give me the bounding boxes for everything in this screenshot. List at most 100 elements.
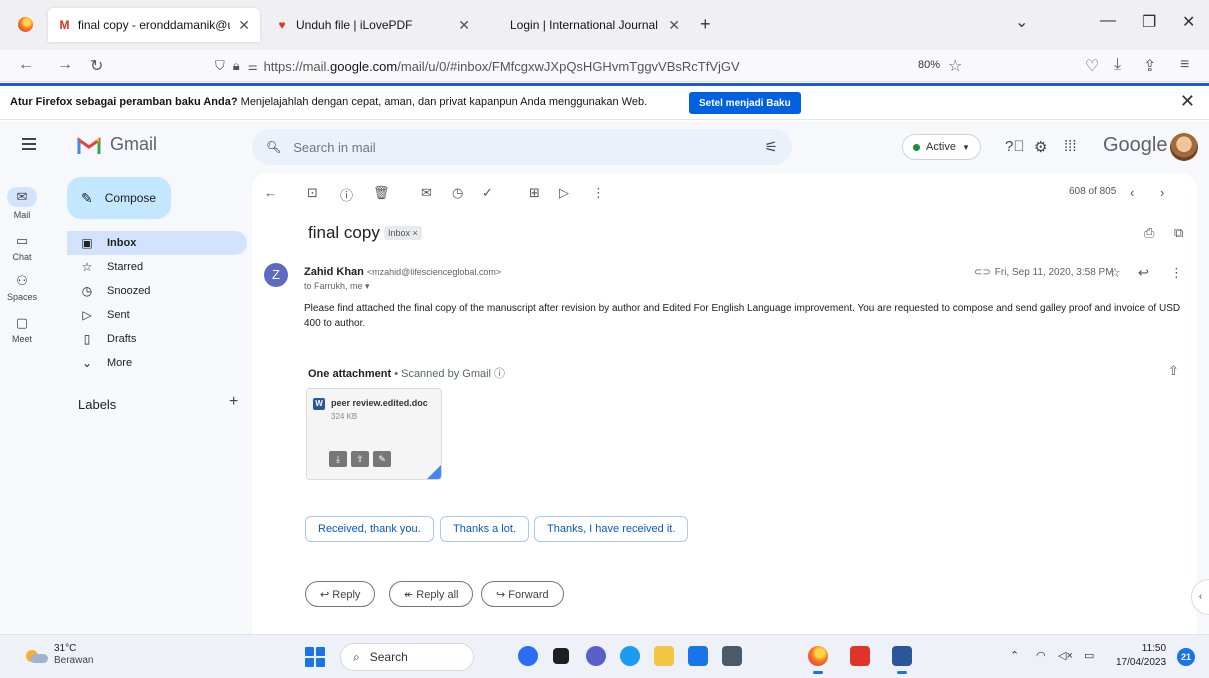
print-icon[interactable]: ⎙ <box>1144 225 1154 241</box>
snooze-icon[interactable]: ◷ <box>452 185 463 201</box>
show-hidden-icons[interactable]: ⌃ <box>1010 649 1019 662</box>
nav-more[interactable]: ⌄ More <box>67 351 247 375</box>
shield-icon[interactable]: ⛉ <box>215 58 225 74</box>
recipients-dropdown[interactable]: to Farrukh, me ▾ <box>304 281 370 292</box>
rail-meet[interactable]: ▢ Meet <box>0 315 44 344</box>
more-options-icon[interactable]: ⋮ <box>592 185 605 201</box>
bing-icon[interactable] <box>518 646 538 666</box>
main-menu-icon[interactable] <box>22 138 36 150</box>
add-to-drive-icon[interactable]: ⇧ <box>1168 363 1179 379</box>
extensions-icon[interactable]: ⇪ <box>1143 56 1156 76</box>
smart-reply-received[interactable]: Received, thank you. <box>305 516 434 542</box>
tab-gmail[interactable]: M final copy - eronddamanik@uni ✕ <box>48 8 260 42</box>
google-account-logo[interactable]: Google <box>1103 134 1168 157</box>
lock-icon[interactable]: 🔒︎ <box>233 58 240 74</box>
open-new-window-icon[interactable]: ⧉ <box>1174 225 1183 241</box>
reload-icon[interactable]: ↻ <box>90 56 103 76</box>
nav-inbox[interactable]: ▣ Inbox <box>67 231 247 255</box>
edit-pencil-icon[interactable]: ✎ <box>373 451 391 467</box>
save-to-drive-icon[interactable]: ⇧ <box>351 451 369 467</box>
mark-unread-icon[interactable]: ✉ <box>421 185 432 201</box>
firefox-taskbar-icon[interactable] <box>808 646 828 674</box>
task-view-icon[interactable] <box>553 648 569 664</box>
sender-avatar[interactable]: Z <box>264 263 288 287</box>
camera-icon[interactable] <box>722 646 742 666</box>
close-tab-icon[interactable]: ✕ <box>450 17 470 34</box>
mail-app-icon[interactable] <box>688 646 708 666</box>
archive-icon[interactable]: ⊡ <box>307 185 318 201</box>
rail-spaces[interactable]: ⚇ Spaces <box>0 273 44 302</box>
restore-icon[interactable]: ❐ <box>1142 12 1156 32</box>
search-input[interactable] <box>293 139 765 155</box>
move-to-icon[interactable]: ⊞ <box>529 185 540 201</box>
clock[interactable]: 11:50 17/04/2023 <box>1116 642 1166 670</box>
notification-count-badge[interactable]: 21 <box>1177 648 1195 666</box>
download-icon[interactable]: ⤓ <box>329 451 347 467</box>
close-tab-icon[interactable]: ✕ <box>660 17 680 34</box>
inbox-label-chip[interactable]: Inbox × <box>384 226 422 240</box>
add-task-icon[interactable]: ✓ <box>482 185 493 201</box>
edge-icon[interactable] <box>620 646 640 666</box>
permissions-icon[interactable]: ⚌ <box>248 60 258 73</box>
weather-widget[interactable]: 31°C Berawan <box>24 643 93 667</box>
nav-sent[interactable]: ▷ Sent <box>67 303 247 327</box>
report-spam-icon[interactable]: ⓘ <box>340 185 353 204</box>
message-more-icon[interactable]: ⋮ <box>1170 265 1183 281</box>
rail-mail[interactable]: ✉ Mail <box>0 187 44 220</box>
search-bar[interactable]: 🔍︎ ⚟ <box>252 129 792 165</box>
file-explorer-icon[interactable] <box>654 646 674 666</box>
chat-app-icon[interactable] <box>586 646 606 666</box>
new-tab-icon[interactable]: + <box>700 14 711 35</box>
search-icon[interactable]: 🔍︎ <box>266 140 281 154</box>
menu-icon[interactable]: ≡ <box>1180 56 1189 74</box>
pocket-icon[interactable]: ♡ <box>1085 56 1099 76</box>
nav-starred[interactable]: ☆ Starred <box>67 255 247 279</box>
url-bar[interactable]: ⛉ 🔒︎ ⚌ https://mail. google.com/mail/u/0/… <box>215 53 995 79</box>
close-window-icon[interactable]: ✕ <box>1182 12 1195 32</box>
status-dropdown[interactable]: Active ▼ <box>902 134 981 160</box>
tab-ilovepdf[interactable]: ♥ Unduh file | iLovePDF ✕ <box>265 8 480 42</box>
windows-start-icon[interactable] <box>305 647 325 667</box>
close-tab-icon[interactable]: ✕ <box>230 17 250 34</box>
settings-gear-icon[interactable]: ⚙ <box>1034 138 1047 156</box>
zoom-indicator[interactable]: 80% <box>918 59 940 71</box>
add-label-icon[interactable]: + <box>229 393 238 411</box>
compose-button[interactable]: ✎ Compose <box>67 177 171 219</box>
star-message-icon[interactable]: ☆ <box>1109 265 1121 281</box>
rail-chat[interactable]: ▭ Chat <box>0 233 44 262</box>
set-default-button[interactable]: Setel menjadi Baku <box>689 92 801 114</box>
gmail-logo[interactable]: Gmail <box>77 134 157 155</box>
nav-drafts[interactable]: ▯ Drafts <box>67 327 247 351</box>
forward-arrow-icon[interactable]: → <box>57 56 73 74</box>
reply-button[interactable]: ↩ Reply <box>305 581 376 607</box>
nav-snoozed[interactable]: ◷ Snoozed <box>67 279 247 303</box>
help-icon[interactable]: ?⃝ <box>1005 138 1025 155</box>
tab-list-icon[interactable]: ⌄ <box>1015 12 1028 32</box>
firefox-logo-icon[interactable] <box>18 17 33 32</box>
tab-ijournal[interactable]: Login | International Journal of ✕ <box>500 8 690 42</box>
close-notification-icon[interactable]: ✕ <box>1180 91 1195 112</box>
delete-icon[interactable]: 🗑︎ <box>373 185 390 201</box>
reply-all-button[interactable]: ↞ Reply all <box>389 581 474 607</box>
volume-muted-icon[interactable]: ◁× <box>1058 649 1073 662</box>
wifi-icon[interactable]: ◠ <box>1036 649 1046 662</box>
pdf-app-icon[interactable] <box>850 646 870 666</box>
battery-icon[interactable]: ▭ <box>1084 649 1094 662</box>
minimize-icon[interactable]: — <box>1100 12 1116 30</box>
downloads-icon[interactable]: ⤓ <box>1114 56 1121 74</box>
taskbar-search[interactable]: ⌕ Search <box>340 643 474 671</box>
search-options-icon[interactable]: ⚟ <box>765 138 778 156</box>
bookmark-star-icon[interactable]: ☆ <box>948 56 962 76</box>
back-arrow-icon[interactable]: ← <box>18 56 34 74</box>
attachment-card[interactable]: W peer review.edited.doc 324 KB ⤓ ⇧ ✎ <box>306 388 442 480</box>
sender-name[interactable]: Zahid Khan <box>304 266 364 278</box>
newer-chevron-icon[interactable]: ‹ <box>1130 185 1134 200</box>
apps-grid-icon[interactable]: ⁞⁞⁞ <box>1064 138 1077 155</box>
reply-icon[interactable]: ↩ <box>1138 265 1149 281</box>
older-chevron-icon[interactable]: › <box>1160 185 1164 200</box>
smart-reply-thanks[interactable]: Thanks a lot. <box>440 516 529 542</box>
label-icon[interactable]: ▷ <box>559 185 569 201</box>
back-to-inbox-icon[interactable]: ← <box>264 185 277 200</box>
smart-reply-have-received[interactable]: Thanks, I have received it. <box>534 516 689 542</box>
forward-button[interactable]: ↪ Forward <box>481 581 564 607</box>
